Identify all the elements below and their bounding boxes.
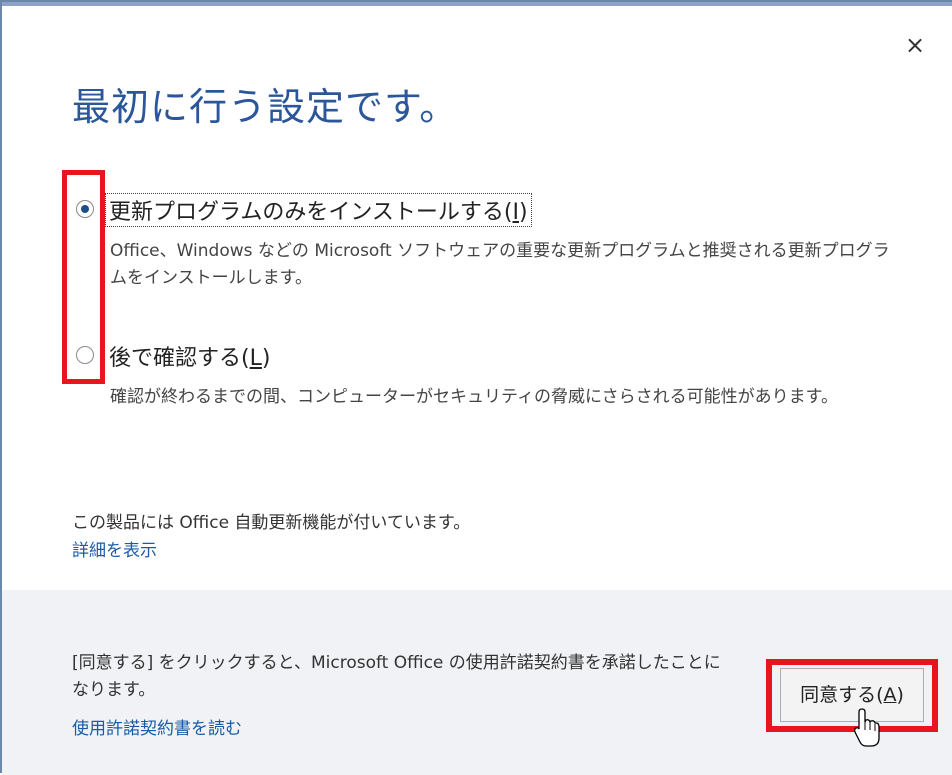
dialog-title: 最初に行う設定です。 <box>72 85 459 129</box>
agree-button-label: 同意する <box>800 684 877 706</box>
accelerator-open: ( <box>503 200 513 225</box>
office-setup-dialog: × 最初に行う設定です。 更新プログラムのみをインストールする(I) Offic… <box>0 0 952 775</box>
license-agreement-text: [同意する] をクリックすると、Microsoft Office の使用許諾契約… <box>72 653 721 700</box>
show-details-link[interactable]: 詳細を表示 <box>72 536 157 561</box>
option-ask-later-description: 確認が終わるまでの間、コンピューターがセキュリティの脅威にさらされる可能性があり… <box>110 387 838 407</box>
agree-button[interactable]: 同意する(A) <box>780 668 924 722</box>
accelerator-key: A <box>883 684 897 706</box>
option-label-text: 後で確認する <box>109 346 242 371</box>
accelerator-open: ( <box>241 346 250 371</box>
window-top-edge <box>2 2 952 6</box>
auto-update-text: この製品には Office 自動更新機能が付いています。 <box>72 513 471 533</box>
radio-ask-later[interactable] <box>76 346 94 364</box>
accelerator-close: ) <box>519 200 528 225</box>
read-license-link[interactable]: 使用許諾契約書を読む <box>72 714 242 739</box>
accelerator-close: ) <box>896 684 904 706</box>
option-install-updates-label[interactable]: 更新プログラムのみをインストールする(I) <box>105 193 532 227</box>
option-install-updates-description: Office、Windows などの Microsoft ソフトウェアの重要な更… <box>110 241 890 288</box>
close-icon[interactable]: × <box>898 30 932 60</box>
option-ask-later-label[interactable]: 後で確認する(L) <box>106 340 273 372</box>
radio-install-updates[interactable] <box>76 200 94 218</box>
option-label-text: 更新プログラムのみをインストールする <box>109 200 504 225</box>
accelerator-key: L <box>249 346 262 371</box>
accelerator-open: ( <box>876 684 884 706</box>
accelerator-close: ) <box>261 346 271 371</box>
